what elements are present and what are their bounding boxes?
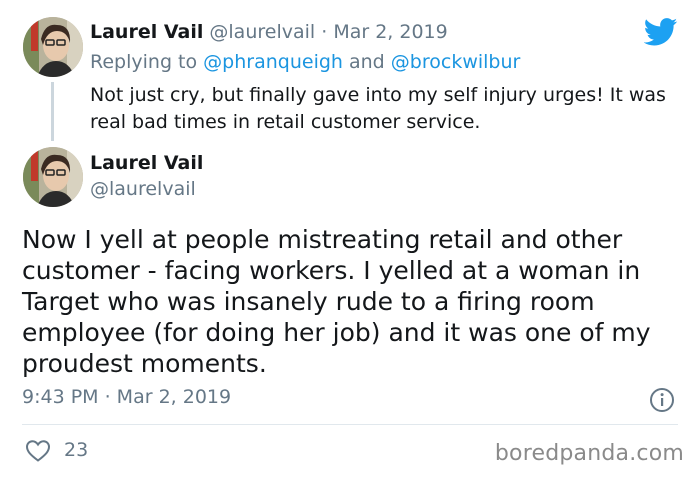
main-tweet-timestamp[interactable]: 9:43 PM · Mar 2, 2019 [22,386,231,408]
tweet-divider [22,424,678,425]
main-author-avatar[interactable] [23,147,83,207]
twitter-bird-icon[interactable] [644,18,678,46]
reply-header: Laurel Vail @laurelvail · Mar 2, 2019 [90,21,448,43]
replying-user-link-1[interactable]: @phranqueigh [203,51,343,73]
reply-author-avatar[interactable] [23,17,83,77]
thread-connector-line [51,82,54,141]
replying-user-link-2[interactable]: @brockwilbur [391,51,521,73]
replying-and: and [349,51,385,73]
reply-tweet-text: Not just cry, but finally gave into my s… [90,84,666,133]
heart-icon[interactable] [25,439,51,463]
reply-separator: · [321,21,328,43]
reply-date[interactable]: Mar 2, 2019 [333,21,447,43]
replying-prefix: Replying to [90,51,198,73]
replying-to-line: Replying to @phranqueigh and @brockwilbu… [90,51,520,73]
reply-author-handle[interactable]: @laurelvail [209,21,315,43]
info-icon[interactable] [649,387,675,413]
main-author-name[interactable]: Laurel Vail [90,152,203,174]
main-tweet-text: Now I yell at people mistreating retail … [22,225,651,378]
main-author-handle[interactable]: @laurelvail [90,178,196,200]
like-count: 23 [64,439,89,461]
reply-author-name[interactable]: Laurel Vail [90,21,203,43]
boredpanda-watermark: boredpanda.com [494,441,684,466]
